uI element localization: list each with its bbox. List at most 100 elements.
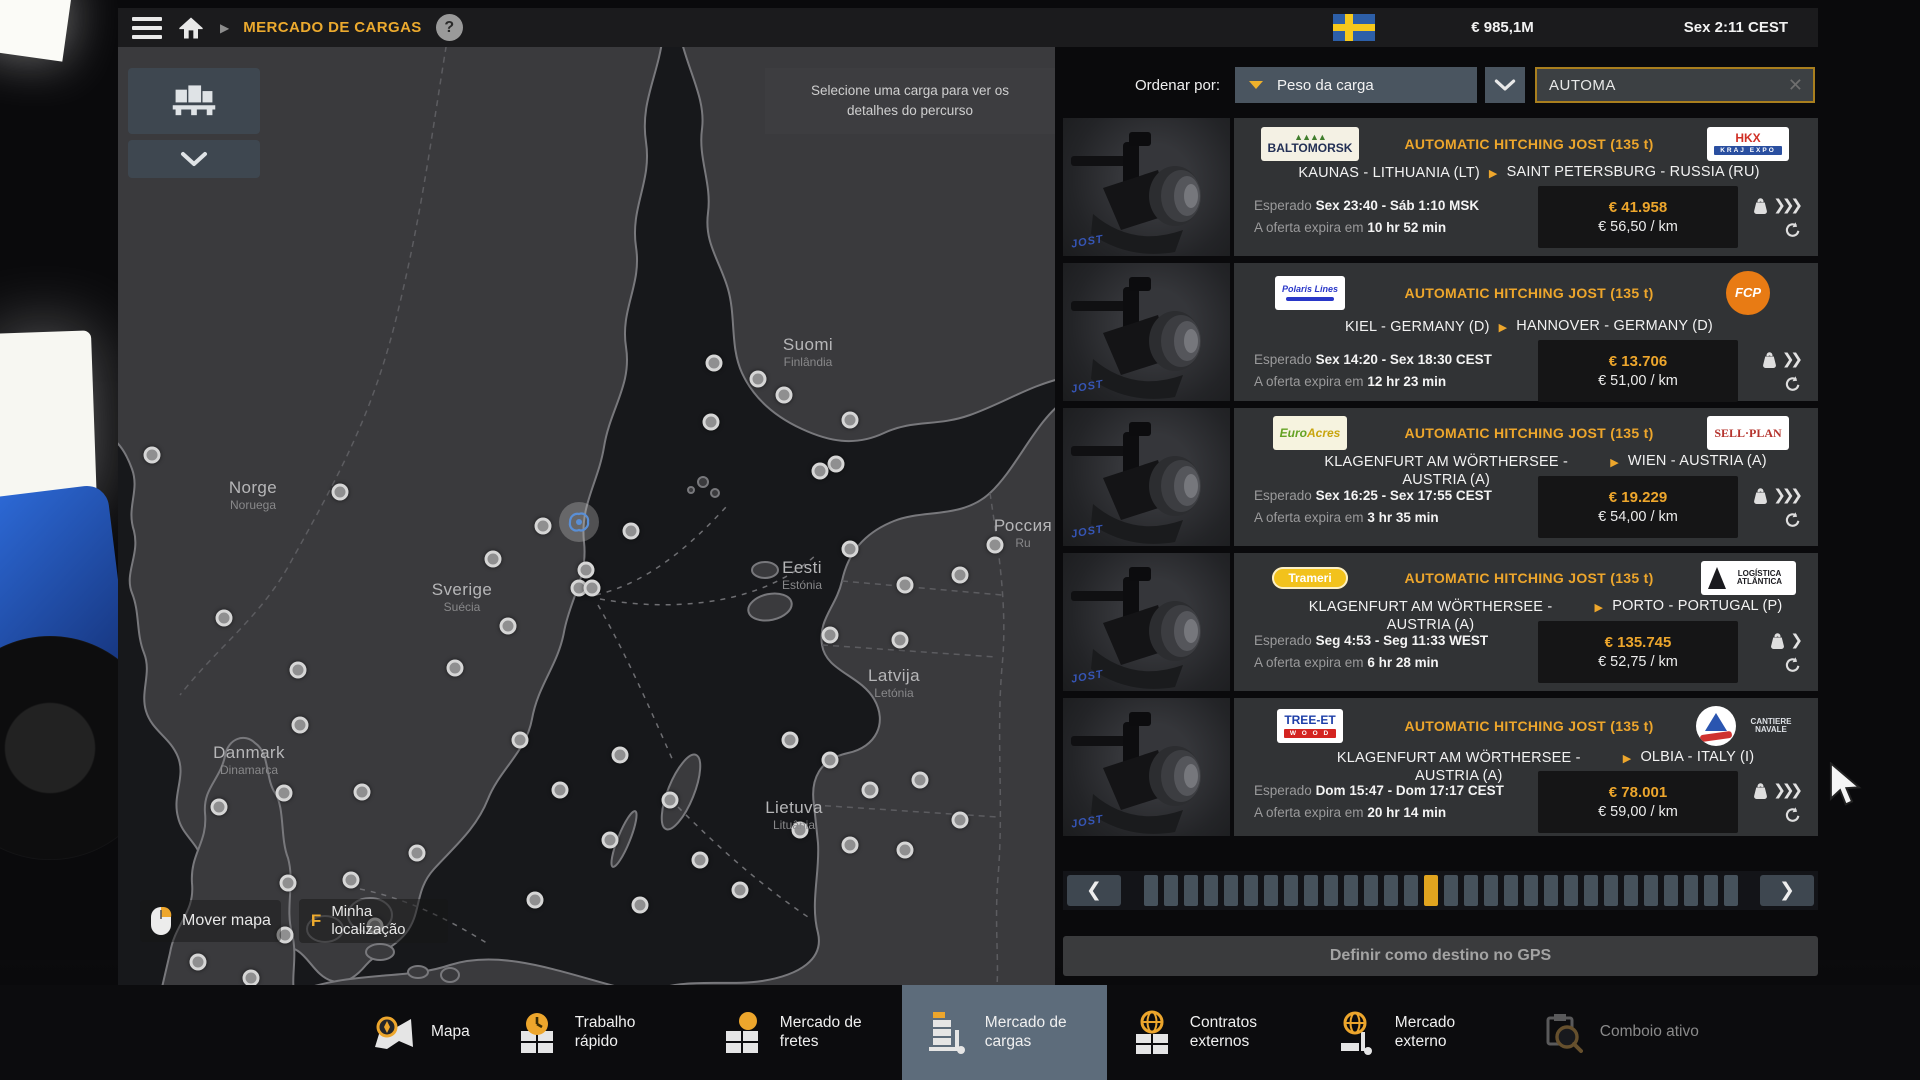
price-per-km: € 56,50 / km [1598, 219, 1678, 235]
page-tick[interactable] [1404, 875, 1418, 906]
price-box: € 19.229 € 54,00 / km [1538, 476, 1738, 538]
cargo-offer-card[interactable]: JOST Polaris Lines AUTOMATIC HITCHING JO… [1063, 263, 1818, 401]
expected-label: Esperado [1254, 783, 1312, 798]
page-tick[interactable] [1704, 875, 1718, 906]
offer-details: Polaris Lines AUTOMATIC HITCHING JOST (1… [1234, 263, 1818, 401]
cargo-name: AUTOMATIC HITCHING JOST (135 t) [1366, 285, 1692, 301]
city-dot [584, 580, 601, 597]
page-tick[interactable] [1604, 875, 1618, 906]
expected-time: Sex 23:40 - Sáb 1:10 MSK [1316, 198, 1480, 213]
external-contracts-icon [1130, 1010, 1176, 1056]
cargo-offer-card[interactable]: JOST Trameri AUTOMATIC HITCHING JOST (13… [1063, 553, 1818, 691]
page-tick[interactable] [1644, 875, 1658, 906]
nav-item-map[interactable]: Mapa [348, 985, 492, 1080]
route-arrow-icon: ▶ [1489, 167, 1498, 180]
menu-icon[interactable] [132, 17, 162, 39]
cargo-offer-card[interactable]: JOST TREE-ETW O O D AUTOMATIC HITCHING J… [1063, 698, 1818, 836]
page-tick[interactable] [1204, 875, 1218, 906]
page-tick[interactable] [1344, 875, 1358, 906]
route-arrow-icon: ▶ [1595, 601, 1604, 614]
city-dot [276, 785, 293, 802]
page-tick[interactable] [1504, 875, 1518, 906]
nav-item-external[interactable]: Contratos externos [1107, 985, 1312, 1080]
offer-details: Trameri AUTOMATIC HITCHING JOST (135 t) … [1234, 553, 1818, 691]
offer-meta: Esperado Sex 16:25 - Sex 17:55 CEST A of… [1254, 485, 1538, 530]
expected-time: Sex 14:20 - Sex 18:30 CEST [1316, 352, 1492, 367]
page-tick[interactable] [1724, 875, 1738, 906]
city-dot [706, 355, 723, 372]
help-icon[interactable]: ? [436, 14, 463, 41]
offer-flags: ❯❯❯ [1738, 486, 1804, 529]
city-dot [602, 832, 619, 849]
city-dot [292, 717, 309, 734]
page-tick[interactable] [1624, 875, 1638, 906]
page-tick[interactable] [1144, 875, 1158, 906]
breadcrumb-chevron-icon: ▶ [220, 21, 229, 35]
page-tick[interactable] [1264, 875, 1278, 906]
page-tick[interactable] [1544, 875, 1558, 906]
recipient-company-logo: SELL·PLAN [1692, 416, 1804, 450]
city-dot [842, 837, 859, 854]
collapse-button[interactable] [128, 140, 260, 178]
page-tick[interactable] [1384, 875, 1398, 906]
page-tick[interactable] [1444, 875, 1458, 906]
page-tick[interactable] [1524, 875, 1538, 906]
nav-item-freight[interactable]: Mercado de fretes [697, 985, 902, 1080]
mouse-cursor [1828, 762, 1862, 810]
home-icon[interactable] [176, 14, 206, 42]
clear-search-icon[interactable]: ✕ [1778, 75, 1813, 96]
game-time: Sex 2:11 CEST [1684, 19, 1788, 36]
prev-page-button[interactable]: ❮ [1067, 875, 1121, 906]
page-tick[interactable] [1304, 875, 1318, 906]
page-tick[interactable] [1284, 875, 1298, 906]
page-tick[interactable] [1464, 875, 1478, 906]
cargo-market-icon [925, 1010, 971, 1056]
nav-item-cargo[interactable]: Mercado de cargas [902, 985, 1107, 1080]
page-tick[interactable] [1244, 875, 1258, 906]
nav-item-quickjob[interactable]: Trabalho rápido [492, 985, 697, 1080]
next-page-button[interactable]: ❯ [1760, 875, 1814, 906]
city-dot [623, 523, 640, 540]
city-dot [332, 484, 349, 501]
set-gps-destination-button[interactable]: Definir como destino no GPS [1063, 936, 1818, 976]
price-box: € 78.001 € 59,00 / km [1538, 771, 1738, 833]
city-dot [552, 782, 569, 799]
return-loop-icon [1784, 221, 1802, 239]
cargo-offer-card[interactable]: JOST EuroAcres AUTOMATIC HITCHING JOST (… [1063, 408, 1818, 546]
page-tick[interactable] [1224, 875, 1238, 906]
route: KIEL - GERMANY (D) ▶ HANNOVER - GERMANY … [1254, 318, 1804, 340]
route-destination: OLBIA - ITALY (I) [1640, 749, 1754, 765]
page-tick[interactable] [1164, 875, 1178, 906]
search-box: ✕ [1535, 67, 1815, 103]
world-map[interactable]: Norge Noruega Sverige Suécia Suomi Finlâ… [118, 47, 1055, 985]
sort-dropdown[interactable]: Peso da carga [1235, 67, 1477, 103]
company-logo-badge: Trameri [1272, 567, 1348, 590]
sort-by-label: Ordenar por: [1135, 77, 1220, 94]
freight-market-icon [720, 1011, 766, 1055]
page-tick[interactable] [1584, 875, 1598, 906]
city-dot [280, 875, 297, 892]
page-tick-current[interactable] [1424, 875, 1438, 906]
page-tick[interactable] [1484, 875, 1498, 906]
page-tick[interactable] [1564, 875, 1578, 906]
cargo-view-button[interactable] [128, 68, 260, 134]
nav-icon-slot [1539, 1009, 1587, 1057]
page-tick[interactable] [1364, 875, 1378, 906]
cargo-offer-card[interactable]: JOST ▲▲▲▲BALTOMORSK AUTOMATIC HITCHING J… [1063, 118, 1818, 256]
company-logo-badge: SELL·PLAN [1707, 416, 1788, 450]
search-input[interactable] [1537, 77, 1778, 94]
sender-company-logo: Trameri [1254, 567, 1366, 590]
offer-details: EuroAcres AUTOMATIC HITCHING JOST (135 t… [1234, 408, 1818, 546]
page-tick[interactable] [1324, 875, 1338, 906]
sort-expand-button[interactable] [1485, 67, 1525, 103]
nav-item-convoy[interactable]: Comboio ativo [1517, 985, 1721, 1080]
price-box: € 13.706 € 51,00 / km [1538, 340, 1738, 402]
expected-time: Seg 4:53 - Seg 11:33 WEST [1316, 633, 1489, 648]
nav-item-extmarket[interactable]: Mercado externo [1312, 985, 1517, 1080]
return-loop-icon [1784, 806, 1802, 824]
page-tick[interactable] [1664, 875, 1678, 906]
city-dot [782, 732, 799, 749]
page-tick[interactable] [1184, 875, 1198, 906]
urgency-chevrons-icon: ❯❯❯ [1773, 196, 1799, 214]
page-tick[interactable] [1684, 875, 1698, 906]
